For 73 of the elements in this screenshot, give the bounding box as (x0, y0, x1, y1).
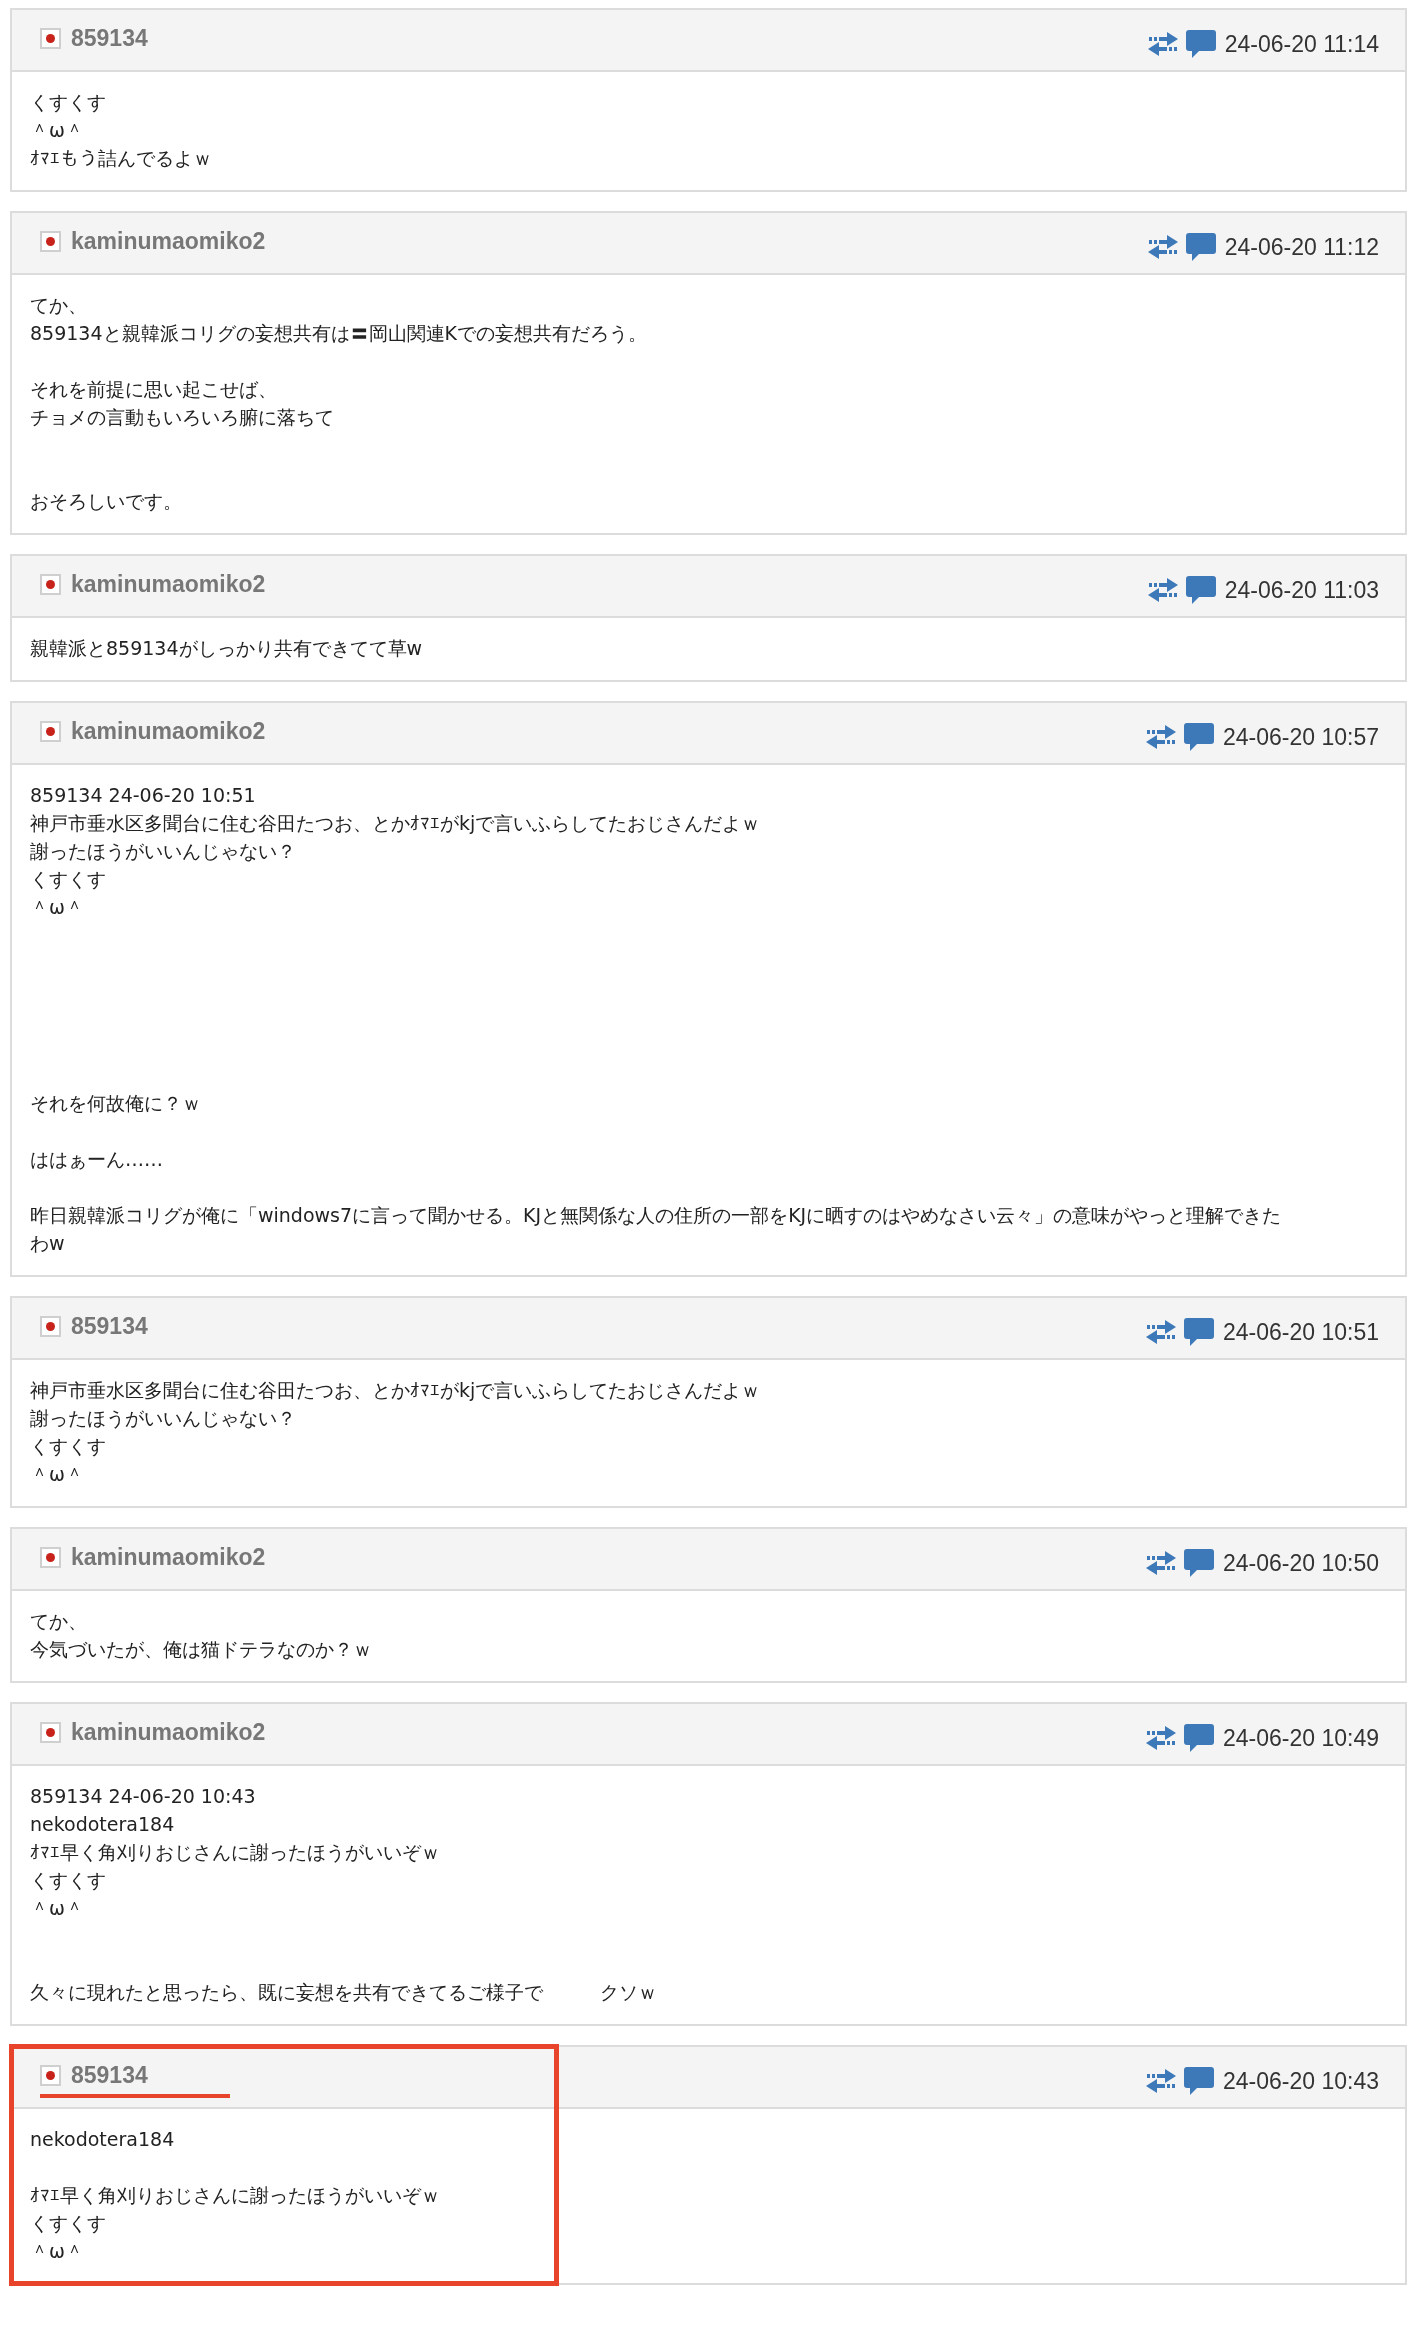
username-link[interactable]: kaminumaomiko2 (71, 228, 266, 255)
username-link[interactable]: kaminumaomiko2 (71, 718, 266, 745)
flag-icon (40, 1316, 61, 1337)
post-text-line: nekodotera184 (30, 2127, 176, 2152)
swap-arrows-icon[interactable] (1146, 1320, 1176, 1344)
speech-bubble-icon[interactable] (1185, 30, 1216, 58)
post-text-line: くすくす (30, 867, 107, 892)
post-text-line: ＾ω＾ (30, 1462, 85, 1487)
speech-bubble-icon[interactable] (1184, 723, 1214, 751)
post-text-line: それを何故俺に？ｗ (30, 1091, 202, 1116)
flag-icon (40, 231, 61, 252)
flag-icon (40, 721, 61, 742)
post-date: 24-06-20 11:12 (1224, 233, 1379, 261)
flag-icon (40, 1547, 61, 1568)
post-text-line: ＾ω＾ (30, 2239, 85, 2264)
post-date: 24-06-20 10:51 (1223, 1318, 1379, 1346)
post-text-line: 859134 24-06-20 10:51 (30, 783, 257, 808)
post-text-line: 859134と親韓派コリグの妄想共有は〓岡山関連Kでの妄想共有だろう。 (30, 321, 648, 346)
swap-arrows-icon[interactable] (1146, 1726, 1176, 1750)
post-text-line: ＾ω＾ (30, 1896, 85, 1921)
username-link[interactable]: 859134 (71, 25, 148, 52)
swap-arrows-icon[interactable] (1146, 725, 1176, 749)
username-link[interactable]: kaminumaomiko2 (71, 571, 266, 598)
flag-icon (40, 1722, 61, 1743)
swap-arrows-icon[interactable] (1147, 32, 1178, 56)
post-text-line: 昨日親韓派コリグが俺に「windows7に言って聞かせる。KJと無関係な人の住所の一部をKJに晒すのはやめなさい云々」の意味がやっと理解できたわw (30, 1203, 1283, 1256)
speech-bubble-icon[interactable] (1185, 576, 1216, 604)
post-date: 24-06-20 10:57 (1223, 723, 1379, 751)
post-text-line: くすくす (30, 1434, 107, 1459)
post-text-line: てか、 (30, 1609, 88, 1634)
post-text-line: くすくす (30, 2211, 107, 2236)
speech-bubble-icon[interactable] (1184, 1549, 1214, 1577)
post-date: 24-06-20 10:49 (1223, 1724, 1379, 1752)
post-text-line: 今気づいたが、俺は猫ドテラなのか？ｗ (30, 1637, 373, 1662)
post-text-line: ｵﾏｴもう詰んでるよｗ (30, 146, 213, 171)
post-date: 24-06-20 10:50 (1223, 1549, 1379, 1577)
post-date: 24-06-20 10:43 (1223, 2067, 1379, 2095)
speech-bubble-icon[interactable] (1184, 2067, 1214, 2095)
post-text-line: くすくす (30, 90, 107, 115)
username-link[interactable]: kaminumaomiko2 (71, 1719, 266, 1746)
post-text-line: てか、 (30, 293, 88, 318)
post-text-line: 久々に現れたと思ったら、既に妄想を共有できてるご様子で クソｗ (30, 1980, 658, 2005)
post-text-line: 謝ったほうがいいんじゃない？ (30, 839, 297, 864)
speech-bubble-icon[interactable] (1184, 1724, 1214, 1752)
post-text-line: ＾ω＾ (30, 118, 85, 143)
post-text-line: ははぁーん…… (30, 1147, 164, 1172)
post-text-line: 親韓派と859134がしっかり共有できてて草w (30, 636, 424, 661)
post-text-line: くすくす (30, 1868, 107, 1893)
post-date: 24-06-20 11:03 (1224, 576, 1379, 604)
swap-arrows-icon[interactable] (1147, 235, 1178, 259)
username-link[interactable]: 859134 (71, 2062, 148, 2089)
post-text-line: 神戸市垂水区多聞台に住む谷田たつお、とかｵﾏｴがkjで言いふらしてたおじさんだよｗ (30, 811, 762, 836)
post-text-line: nekodotera184 (30, 1812, 176, 1837)
swap-arrows-icon[interactable] (1146, 2069, 1176, 2093)
post-text-line: ＾ω＾ (30, 895, 85, 920)
flag-icon (40, 2065, 61, 2086)
post-text-line: ｵﾏｴ早く角刈りおじさんに謝ったほうがいいぞｗ (30, 1840, 441, 1865)
username-link[interactable]: 859134 (71, 1313, 148, 1340)
swap-arrows-icon[interactable] (1147, 578, 1178, 602)
post-text-line: 謝ったほうがいいんじゃない？ (30, 1406, 297, 1431)
speech-bubble-icon[interactable] (1184, 1318, 1214, 1346)
username-link[interactable]: kaminumaomiko2 (71, 1544, 266, 1571)
post-text-line: 859134 24-06-20 10:43 (30, 1784, 257, 1809)
post-text-line: チョメの言動もいろいろ腑に落ちて (30, 405, 335, 430)
post-text-line: それを前提に思い起こせば、 (30, 377, 278, 402)
flag-icon (40, 574, 61, 595)
post-text-line: おそろしいです。 (30, 489, 183, 514)
swap-arrows-icon[interactable] (1146, 1551, 1176, 1575)
post-text-line: 神戸市垂水区多聞台に住む谷田たつお、とかｵﾏｴがkjで言いふらしてたおじさんだよｗ (30, 1378, 762, 1403)
post-text-line: ｵﾏｴ早く角刈りおじさんに謝ったほうがいいぞｗ (30, 2183, 441, 2208)
speech-bubble-icon[interactable] (1185, 233, 1216, 261)
post-date: 24-06-20 11:14 (1224, 30, 1379, 58)
flag-icon (40, 28, 61, 49)
